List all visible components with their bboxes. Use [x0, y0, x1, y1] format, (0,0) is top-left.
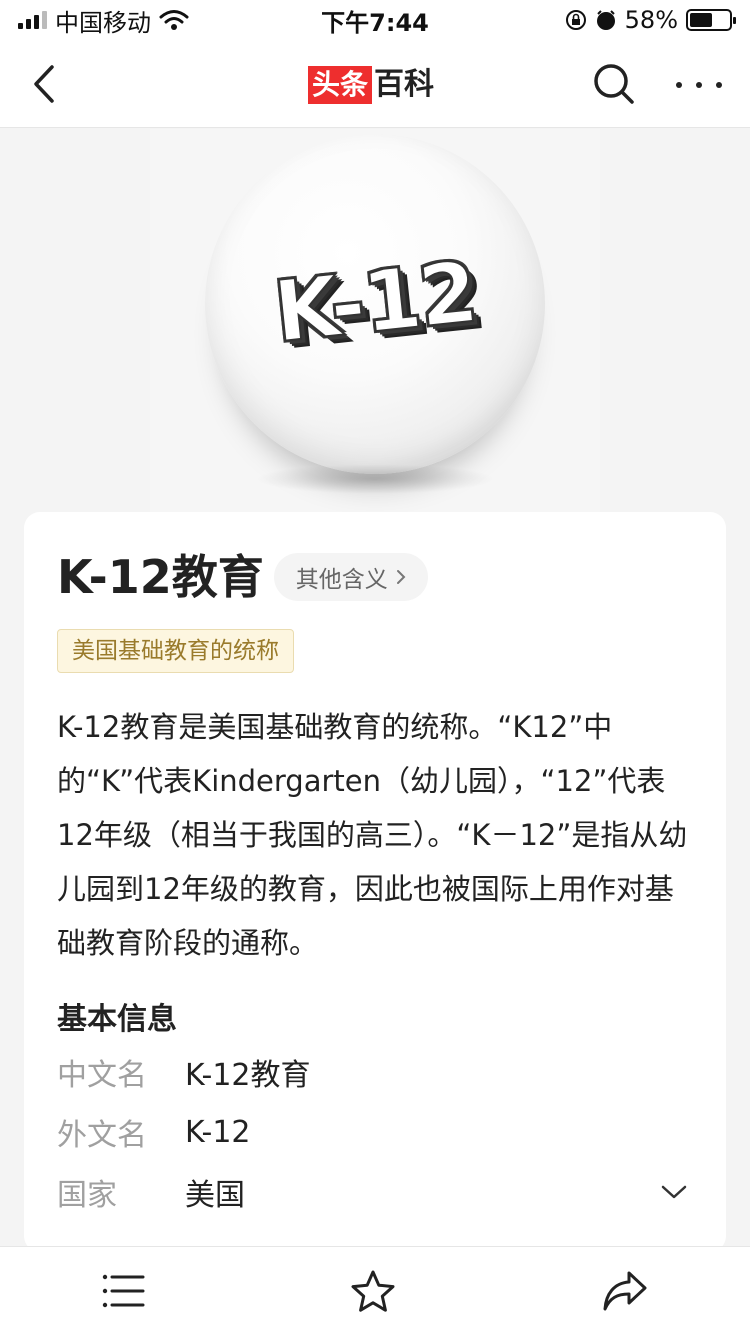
- signal-icon: [18, 11, 47, 29]
- battery-percent: 58%: [624, 6, 678, 34]
- more-icon-dot: [696, 82, 702, 88]
- hero-logo-text: K-12: [265, 236, 485, 367]
- chevron-left-icon: [34, 65, 54, 103]
- search-button[interactable]: [592, 62, 636, 106]
- hero-shadow: [255, 464, 495, 494]
- chevron-right-icon: [396, 570, 406, 584]
- wifi-icon: [159, 10, 189, 30]
- menu-icon: [102, 1274, 145, 1308]
- more-icon-dot: [716, 82, 722, 88]
- chevron-down-icon: [661, 1185, 687, 1199]
- expand-info-button[interactable]: [656, 1174, 692, 1210]
- status-right: 58%: [565, 6, 736, 34]
- other-meaning-button[interactable]: 其他含义: [273, 553, 428, 601]
- status-time: 下午7:44: [321, 8, 429, 37]
- info-label: 国家: [57, 1178, 117, 1213]
- logo-red-part: 头条: [308, 66, 373, 104]
- page: 中国移动 下午7:44 58% 头条 百科 K-12 K-12教育 其他含义 美…: [0, 0, 750, 1334]
- info-row-chinese-name: 中文名 K-12教育: [57, 1047, 697, 1097]
- status-bar: 中国移动 下午7:44 58%: [0, 0, 750, 40]
- back-button[interactable]: [22, 60, 66, 108]
- more-icon-dot: [676, 82, 682, 88]
- other-meaning-label: 其他含义: [295, 567, 388, 593]
- star-icon: [351, 1270, 395, 1312]
- battery-fill: [690, 13, 713, 27]
- share-button[interactable]: [601, 1267, 649, 1315]
- more-button[interactable]: [676, 70, 722, 100]
- info-label: 外文名: [57, 1118, 147, 1153]
- entry-title: K-12教育: [57, 550, 264, 604]
- battery-icon: [686, 9, 736, 31]
- entry-card: K-12教育 其他含义 美国基础教育的统称 K-12教育是美国基础教育的统称。“…: [24, 512, 726, 1252]
- info-value: K-12: [185, 1114, 251, 1150]
- info-label: 中文名: [57, 1058, 147, 1093]
- section-title-basic-info: 基本信息: [57, 1002, 177, 1037]
- hero-image: K-12: [150, 129, 600, 519]
- status-left: 中国移动: [18, 3, 189, 38]
- favorite-button[interactable]: [349, 1267, 397, 1315]
- bottom-toolbar: [0, 1246, 750, 1334]
- info-row-foreign-name: 外文名 K-12: [57, 1107, 697, 1157]
- share-icon: [603, 1271, 647, 1311]
- title-row: K-12教育 其他含义: [57, 552, 428, 602]
- alarm-icon: [596, 10, 615, 30]
- info-value: K-12教育: [185, 1058, 311, 1093]
- search-icon: [594, 64, 634, 104]
- nav-header: 头条 百科: [0, 40, 750, 128]
- logo-dark-part: 百科: [374, 67, 435, 102]
- rotation-lock-icon: [565, 10, 586, 30]
- carrier-label: 中国移动: [55, 8, 151, 37]
- hero-text: K-12: [269, 242, 482, 363]
- summary-tag: 美国基础教育的统称: [57, 629, 294, 673]
- menu-button[interactable]: [99, 1267, 147, 1315]
- entry-summary: K-12教育是美国基础教育的统称。“K12”中的“K”代表Kindergarte…: [57, 710, 688, 960]
- info-value: 美国: [185, 1178, 245, 1213]
- app-logo: 头条 百科: [308, 66, 436, 104]
- info-row-country: 国家 美国: [57, 1167, 697, 1217]
